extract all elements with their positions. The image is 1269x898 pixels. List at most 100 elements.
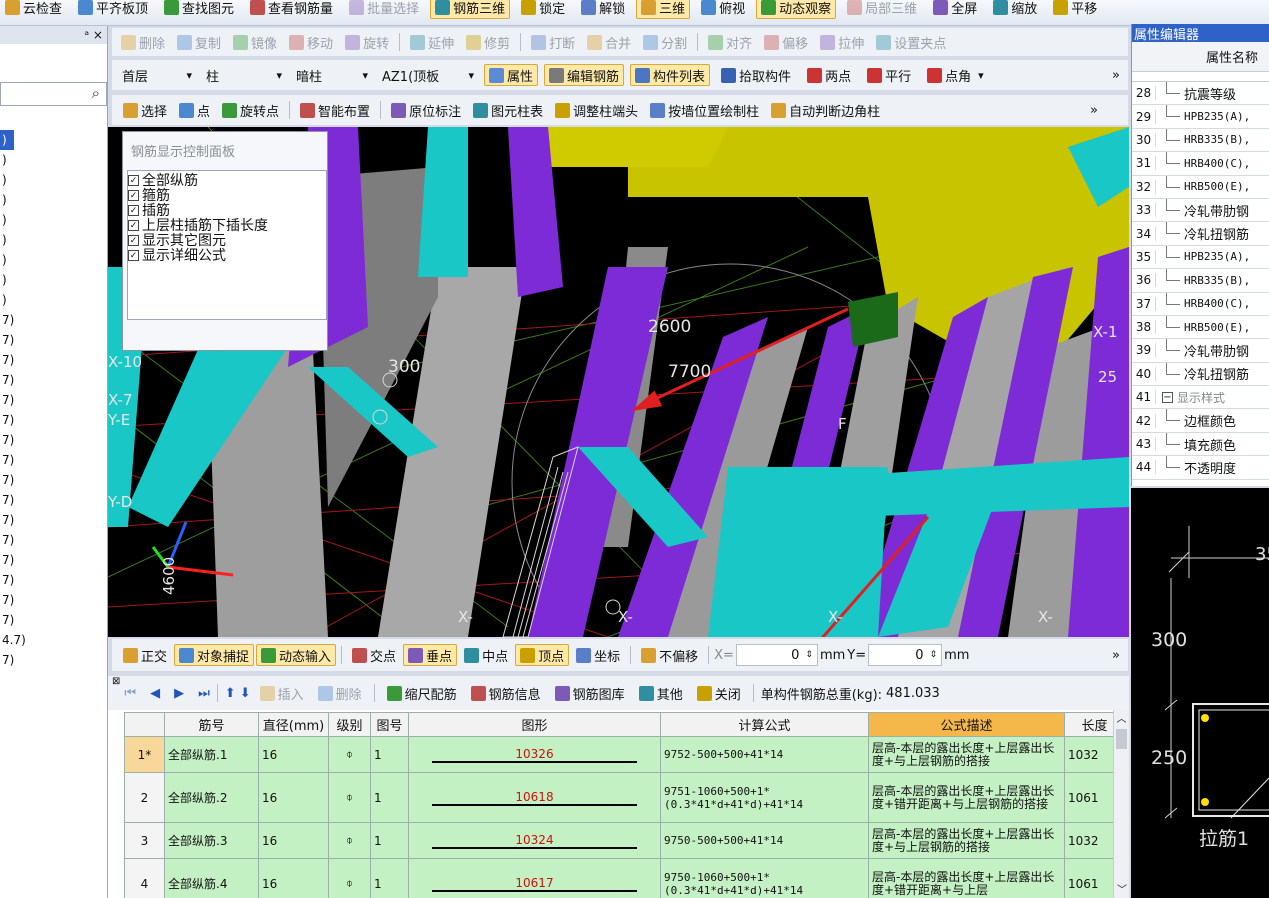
cell-shape[interactable]: 10326 xyxy=(408,736,661,773)
left-list-item[interactable]: 7) xyxy=(0,550,107,570)
tbl-button-1[interactable]: 删除 xyxy=(313,682,367,704)
draw-button-2[interactable]: 旋转点 xyxy=(217,99,284,121)
cell-fig[interactable]: 1 xyxy=(370,772,409,823)
snap-more-button[interactable]: » xyxy=(1112,648,1120,663)
draw-button-4[interactable]: 原位标注 xyxy=(386,99,466,121)
left-list-item[interactable]: 7) xyxy=(0,570,107,590)
top-button-7[interactable]: 解锁 xyxy=(576,0,630,19)
element-select[interactable]: AZ1(顶板 xyxy=(378,64,478,86)
cell-formula[interactable]: 9750-1060+500+1*(0.3*41*d+41*d)+41*14 xyxy=(660,858,869,898)
top-button-9[interactable]: 俯视 xyxy=(696,0,750,19)
cell-name[interactable]: 全部纵筋.3 xyxy=(164,822,259,859)
edit-button-12[interactable]: 拉伸 xyxy=(815,31,869,53)
collapse-icon[interactable]: ⊠ xyxy=(112,676,120,687)
cell-name[interactable]: 全部纵筋.1 xyxy=(164,736,259,773)
cell-dia[interactable]: 16 xyxy=(258,736,329,773)
edit-button-11[interactable]: 偏移 xyxy=(759,31,813,53)
left-list-item[interactable]: 7) xyxy=(0,350,107,370)
draw-button-8[interactable]: 自动判断边角柱 xyxy=(766,99,885,121)
left-list-item[interactable]: ) xyxy=(0,190,107,210)
property-row[interactable]: 28 抗震等级 xyxy=(1132,82,1269,106)
checkbox-checked-icon[interactable]: ✓ xyxy=(128,190,139,201)
top-button-0[interactable]: 云检查 xyxy=(0,0,67,19)
last-record-icon[interactable]: ⏭ xyxy=(198,686,210,701)
property-row[interactable]: 39 冷轧带肋钢 xyxy=(1132,339,1269,363)
edit-button-7[interactable]: 打断 xyxy=(526,31,580,53)
left-list-item[interactable]: ) xyxy=(0,250,107,270)
draw-button-5[interactable]: 图元柱表 xyxy=(468,99,548,121)
column-header[interactable]: 直径(mm) xyxy=(258,712,329,737)
selector-more-button[interactable]: » xyxy=(1112,68,1120,83)
top-button-5[interactable]: 钢筋三维 xyxy=(430,0,511,19)
table-row[interactable]: 4 全部纵筋.4 16 ⌽ 1 10617 9750-1060+500+1*(0.3*41*… xyxy=(124,858,1125,898)
draw-button-1[interactable]: 点 xyxy=(174,99,215,121)
property-row[interactable]: 31 HRB400(C), xyxy=(1132,152,1269,176)
pick-element-button[interactable]: 拾取构件 xyxy=(716,64,796,86)
left-list-item[interactable]: ) xyxy=(0,230,107,250)
cell-formula[interactable]: 9752-500+500+41*14 xyxy=(660,736,869,773)
left-list-item[interactable]: ) xyxy=(0,150,107,170)
draw-button-7[interactable]: 按墙位置绘制柱 xyxy=(645,99,764,121)
control-option-1[interactable]: ✓ 箍筋 xyxy=(128,188,326,203)
property-row[interactable]: 30 HRB335(B), xyxy=(1132,128,1269,153)
floor-select[interactable]: 首层 xyxy=(118,64,196,86)
left-list-item[interactable]: 7) xyxy=(0,610,107,630)
edit-button-4[interactable]: 旋转 xyxy=(340,31,394,53)
cell-formula[interactable]: 9751-1060+500+1*(0.3*41*d+41*d)+41*14 xyxy=(660,772,869,823)
control-option-4[interactable]: ✓ 显示其它图元 xyxy=(128,233,326,248)
property-row[interactable]: 36 HRB335(B), xyxy=(1132,269,1269,293)
snap-button-2[interactable]: 动态输入 xyxy=(256,644,337,666)
point-angle-button[interactable]: 点角 xyxy=(922,64,989,86)
move-up-icon[interactable]: ⬆ xyxy=(225,686,236,701)
type-select[interactable]: 柱 xyxy=(202,64,286,86)
column-header[interactable]: 公式描述 xyxy=(868,712,1065,737)
property-row[interactable]: 42 边框颜色 xyxy=(1132,409,1269,433)
cell-formula[interactable]: 9750-500+500+41*14 xyxy=(660,822,869,859)
edit-button-9[interactable]: 分割 xyxy=(638,31,692,53)
left-list-item[interactable]: 7) xyxy=(0,650,107,670)
left-list-item[interactable]: 7) xyxy=(0,330,107,350)
left-list-item[interactable]: ) xyxy=(0,270,107,290)
scroll-thumb[interactable] xyxy=(1116,729,1127,749)
top-button-12[interactable]: 全屏 xyxy=(928,0,982,19)
subtype-select[interactable]: 暗柱 xyxy=(292,64,372,86)
search-icon[interactable]: ⌕ xyxy=(92,84,100,102)
top-button-10[interactable]: 动态观察 xyxy=(756,0,837,19)
control-option-3[interactable]: ✓ 上层柱插筋下插长度 xyxy=(128,218,326,233)
snap-button-0[interactable]: 正交 xyxy=(118,644,172,666)
property-row[interactable]: 37 HRB400(C), xyxy=(1132,292,1269,316)
left-list-item[interactable]: 7) xyxy=(0,430,107,450)
cell-desc[interactable]: 层高-本层的露出长度+上层露出长度+与上层钢筋的搭接 xyxy=(868,822,1065,859)
checkbox-checked-icon[interactable]: ✓ xyxy=(128,250,139,261)
table-row[interactable]: 2 全部纵筋.2 16 ⌽ 1 10618 9751-1060+500+1*(0.3*41*… xyxy=(124,772,1125,823)
snap-button-4[interactable]: 垂点 xyxy=(403,644,458,666)
table-row[interactable]: 1* 全部纵筋.1 16 ⌽ 1 10326 9752-500+500+41*14 层高-本层… xyxy=(124,736,1125,773)
top-button-8[interactable]: 三维 xyxy=(636,0,691,19)
cell-name[interactable]: 全部纵筋.2 xyxy=(164,772,259,823)
top-button-3[interactable]: 查看钢筋量 xyxy=(245,0,338,19)
checkbox-checked-icon[interactable]: ✓ xyxy=(128,175,139,186)
cell-dia[interactable]: 16 xyxy=(258,772,329,823)
left-list-item[interactable]: 7) xyxy=(0,410,107,430)
left-list-item[interactable]: 7) xyxy=(0,510,107,530)
property-row[interactable]: 34 冷轧扭钢筋 xyxy=(1132,222,1269,246)
tbl-button-2[interactable]: 缩尺配筋 xyxy=(382,682,462,704)
property-row[interactable]: 32 HRB500(E), xyxy=(1132,175,1269,199)
top-button-11[interactable]: 局部三维 xyxy=(842,0,922,19)
first-record-icon[interactable]: ⏮ xyxy=(124,686,136,701)
parallel-button[interactable]: 平行 xyxy=(862,64,916,86)
column-header[interactable]: 图号 xyxy=(370,712,409,737)
cell-dia[interactable]: 16 xyxy=(258,858,329,898)
cell-shape[interactable]: 10618 xyxy=(408,772,661,823)
top-button-2[interactable]: 查找图元 xyxy=(159,0,239,19)
spin-icon[interactable]: ⇕ xyxy=(805,650,813,660)
spin-icon[interactable]: ⇕ xyxy=(930,650,938,660)
snap-button-5[interactable]: 中点 xyxy=(459,644,513,666)
top-button-1[interactable]: 平齐板顶 xyxy=(73,0,153,19)
left-list-item[interactable]: 7) xyxy=(0,470,107,490)
scroll-down-icon[interactable]: ﹀ xyxy=(1114,881,1129,896)
column-header[interactable]: 图形 xyxy=(408,712,661,737)
left-list-item[interactable]: 7) xyxy=(0,370,107,390)
property-row[interactable]: 29 HPB235(A), xyxy=(1132,105,1269,129)
tbl-button-4[interactable]: 钢筋图库 xyxy=(550,682,630,704)
